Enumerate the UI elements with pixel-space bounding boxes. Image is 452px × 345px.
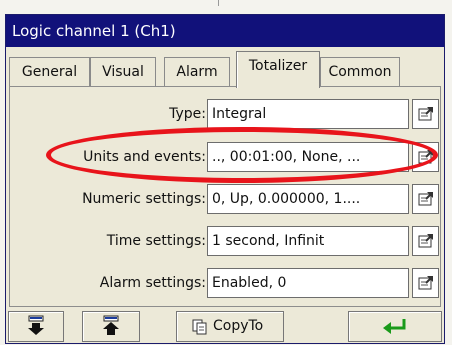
edit-settings-button[interactable] <box>412 268 439 298</box>
field-row-units: Units and events: .., 00:01:00, None, ..… <box>10 142 440 172</box>
enter-arrow-icon <box>383 319 406 334</box>
tab-common[interactable]: Common <box>320 57 400 87</box>
edit-settings-button[interactable] <box>412 142 439 172</box>
tab-strip: General Visual Alarm Totalizer Common <box>6 49 444 88</box>
totalizer-panel: Type: Integral Units and events: .., 00:… <box>9 86 441 307</box>
copy-to-label: CopyTo <box>213 318 264 334</box>
time-settings-value[interactable]: 1 second, Infinit <box>207 226 409 256</box>
tab-visual[interactable]: Visual <box>90 57 156 87</box>
alarm-settings-value[interactable]: Enabled, 0 <box>207 268 409 298</box>
edit-settings-icon <box>418 234 433 248</box>
field-label: Alarm settings: <box>99 275 206 291</box>
numeric-settings-value[interactable]: 0, Up, 0.000000, 1.... <box>207 184 409 214</box>
top-tick <box>218 0 219 6</box>
copy-to-button[interactable]: CopyTo <box>176 311 284 342</box>
move-up-icon <box>103 315 119 335</box>
bottom-toolbar: CopyTo <box>6 311 444 343</box>
edit-settings-button[interactable] <box>412 184 439 214</box>
field-row-time: Time settings: 1 second, Infinit <box>10 226 440 256</box>
edit-settings-icon <box>418 107 433 121</box>
field-label: Numeric settings: <box>82 191 206 207</box>
field-row-numeric: Numeric settings: 0, Up, 0.000000, 1.... <box>10 184 440 214</box>
edit-settings-icon <box>418 192 433 206</box>
tab-alarm[interactable]: Alarm <box>164 57 230 87</box>
edit-settings-icon <box>418 276 433 290</box>
move-up-button[interactable] <box>82 311 140 342</box>
tab-general[interactable]: General <box>9 57 90 87</box>
field-row-alarm: Alarm settings: Enabled, 0 <box>10 268 440 298</box>
units-events-value[interactable]: .., 00:01:00, None, ... <box>207 142 409 172</box>
edit-settings-button[interactable] <box>412 226 439 256</box>
ok-enter-button[interactable] <box>348 311 442 342</box>
dialog-window: Logic channel 1 (Ch1) General Visual Ala… <box>5 14 445 344</box>
field-label: Type: <box>169 106 206 122</box>
move-down-icon <box>28 315 44 335</box>
field-label: Time settings: <box>106 233 206 249</box>
edit-settings-icon <box>418 150 433 164</box>
tab-totalizer[interactable]: Totalizer <box>236 51 320 88</box>
move-down-button[interactable] <box>8 311 64 342</box>
window-title: Logic channel 1 (Ch1) <box>6 15 444 47</box>
type-value[interactable]: Integral <box>207 99 409 129</box>
field-row-type: Type: Integral <box>10 99 440 129</box>
field-label: Units and events: <box>83 149 206 165</box>
copy-icon <box>192 319 207 335</box>
edit-settings-button[interactable] <box>412 99 439 129</box>
